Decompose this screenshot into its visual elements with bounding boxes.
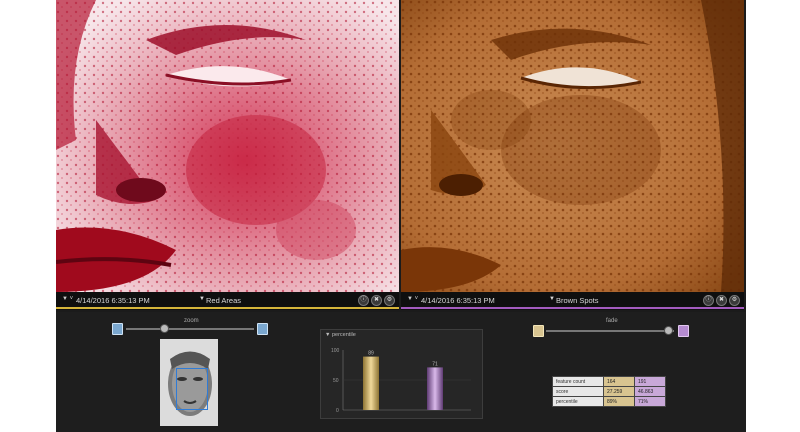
red-areas-value: 164 [603,376,635,387]
y-tick-50: 50 [333,378,339,384]
right-settings-gear-icon[interactable]: ⚙ [729,295,740,306]
row-label: score [552,386,604,397]
left-menu-arrow-icon[interactable]: ▼ ˅ [62,296,73,302]
brown-spots-viewport[interactable] [401,0,744,292]
row-label: percentile [552,396,604,407]
red-areas-viewport[interactable] [56,0,399,292]
brown-spots-face-image [401,0,744,292]
fade-left-swatch-icon[interactable] [533,325,544,337]
left-status-bar: ▼ ˅ 4/14/2016 6:35:13 PM ▼ Red Areas ⓘ ✖… [56,292,399,309]
left-sync-icon[interactable]: ✖ [371,295,382,306]
red-areas-value: 89% [603,396,635,407]
right-mode-dropdown-icon[interactable]: ▼ [549,296,555,302]
bar-red-areas [363,356,379,410]
right-info-icon[interactable]: ⓘ [703,295,714,306]
left-mode-selector[interactable]: Red Areas [206,296,241,305]
red-areas-face-image [56,0,399,292]
left-settings-gear-icon[interactable]: ⚙ [384,295,395,306]
fade-right-swatch-icon[interactable] [678,325,689,337]
left-mode-dropdown-icon[interactable]: ▼ [199,296,205,302]
navigator-thumbnail[interactable] [160,339,218,426]
left-accent-line [56,307,399,309]
zoom-slider-track[interactable] [126,328,254,330]
red-areas-value: 27.259 [603,386,635,397]
fade-slider-track[interactable] [546,330,674,332]
bar-value-label: 71 [432,361,438,367]
bar-value-label: 89 [368,351,374,357]
right-accent-line [401,307,744,309]
right-timestamp[interactable]: 4/14/2016 6:35:13 PM [421,296,495,305]
row-label: feature count [552,376,604,387]
zoom-in-icon[interactable] [257,323,268,335]
y-tick-100: 100 [331,348,340,354]
brown-spots-value: 71% [634,396,666,407]
y-tick-0: 0 [336,408,339,414]
bar-brown-spots [427,367,443,410]
right-mode-selector[interactable]: Brown Spots [556,296,599,305]
zoom-slider-knob[interactable] [160,324,170,333]
percentile-chart-panel: ▼ percentile 100 50 0 89 71 [320,329,483,419]
table-row: score 27.259 46.863 [552,386,666,397]
fade-slider-knob[interactable] [663,326,673,335]
percentile-bar-chart: 100 50 0 89 71 [331,348,471,414]
right-sync-icon[interactable]: ✖ [716,295,727,306]
zoom-out-icon[interactable] [112,323,123,335]
left-info-icon[interactable]: ⓘ [358,295,369,306]
bottom-control-area: zoom ▼ percentile 100 50 0 89 71 fade fe… [56,312,746,432]
left-image-panel: ▼ ˅ 4/14/2016 6:35:13 PM ▼ Red Areas ⓘ ✖… [56,0,399,310]
right-menu-arrow-icon[interactable]: ▼ ˅ [407,296,418,302]
table-row: percentile 89% 71% [552,396,666,407]
brown-spots-value: 46.863 [634,386,666,397]
left-timestamp[interactable]: 4/14/2016 6:35:13 PM [76,296,150,305]
table-row: feature count 164 191 [552,376,666,387]
right-image-panel: ▼ ˅ 4/14/2016 6:35:13 PM ▼ Brown Spots ⓘ… [401,0,744,310]
app-window: ▼ ˅ 4/14/2016 6:35:13 PM ▼ Red Areas ⓘ ✖… [56,0,746,432]
zoom-label: zoom [184,318,199,324]
fade-label: fade [606,318,618,324]
right-status-bar: ▼ ˅ 4/14/2016 6:35:13 PM ▼ Brown Spots ⓘ… [401,292,744,309]
stats-table: feature count 164 191 score 27.259 46.86… [552,376,666,407]
navigator-viewport-rect[interactable] [176,368,208,410]
brown-spots-value: 191 [634,376,666,387]
